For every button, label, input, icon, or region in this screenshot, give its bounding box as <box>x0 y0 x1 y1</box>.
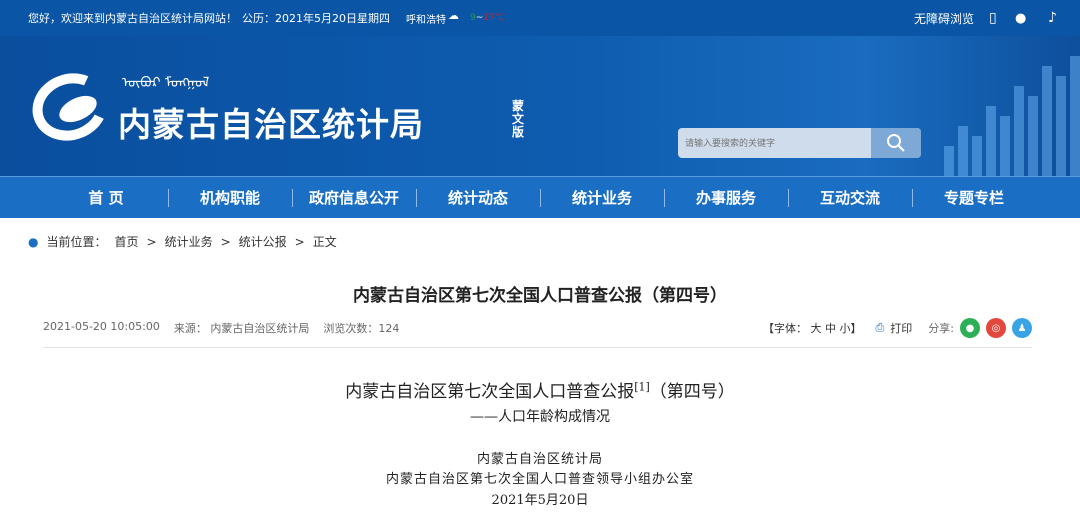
nav-stat-news[interactable]: 统计动态 <box>416 177 540 218</box>
share-wechat-icon[interactable]: ● <box>960 318 980 338</box>
top-bar: 您好，欢迎来到内蒙古自治区统计局网站！ 公历：2021年5月20日星期四 呼和浩… <box>0 0 1080 36</box>
nav-home[interactable]: 首 页 <box>44 177 168 218</box>
print-button[interactable]: 打印 <box>890 320 912 336</box>
publish-datetime: 2021-05-20 10:05:00 <box>43 320 160 333</box>
org-name-1: 内蒙古自治区统计局 <box>476 452 603 467</box>
breadcrumb-sep: > <box>294 234 305 249</box>
tiktok-icon[interactable]: ♪ <box>1048 10 1057 26</box>
article-meta: 2021-05-20 10:05:00 来源： 内蒙古自治区统计局 浏览次数：1… <box>43 320 399 336</box>
breadcrumb-sep: > <box>220 234 231 249</box>
font-small-button[interactable]: 小】 <box>839 322 861 335</box>
search-icon <box>887 134 905 152</box>
nav-services[interactable]: 办事服务 <box>664 177 788 218</box>
article-title: 内蒙古自治区第七次全国人口普查公报（第四号） <box>353 286 727 306</box>
breadcrumb-sep: > <box>146 234 157 249</box>
city-text: 呼和浩特 <box>406 14 446 26</box>
accessibility-link[interactable]: 无障碍浏览 <box>914 10 974 27</box>
chart-decoration <box>944 56 1080 176</box>
wechat-icon[interactable]: ● <box>1015 11 1026 26</box>
weather-icon: ☁ <box>448 9 459 22</box>
search-box <box>678 128 921 158</box>
print-icon[interactable]: ⎙ <box>875 321 884 335</box>
org-name-2: 内蒙古自治区第七次全国人口普查领导小组办公室 <box>385 472 694 487</box>
share-qq-icon[interactable]: ♟ <box>1012 318 1032 338</box>
location-icon: ● <box>28 234 39 249</box>
divider <box>43 347 1032 348</box>
main-nav: 首 页 机构职能 政府信息公开 统计动态 统计业务 办事服务 互动交流 专题专栏 <box>0 176 1080 218</box>
nav-gov-info[interactable]: 政府信息公开 <box>292 177 416 218</box>
source: 来源： 内蒙古自治区统计局 <box>173 322 310 335</box>
mobile-icon[interactable]: ▯ <box>989 10 997 26</box>
font-size-label: 【字体： <box>762 322 807 335</box>
temp-high: 17℃ <box>483 13 505 23</box>
mongolian-version-link[interactable]: 蒙文版 <box>512 100 526 139</box>
font-medium-button[interactable]: 中 <box>825 322 836 335</box>
nav-stat-business[interactable]: 统计业务 <box>540 177 664 218</box>
breadcrumb-home[interactable]: 首页 <box>115 233 139 250</box>
article-heading: 内蒙古自治区第七次全国人口普查公报[1]（第四号） <box>0 377 1080 402</box>
header-banner: ᠦᠪᠦᠷ ᠮᠣᠩᠭᠣᠯ 内蒙古自治区统计局 蒙文版 <box>0 36 1080 176</box>
breadcrumb-stat-business[interactable]: 统计业务 <box>165 233 213 250</box>
nav-functions[interactable]: 机构职能 <box>168 177 292 218</box>
date-text: 公历：2021年5月20日星期四 <box>242 12 390 25</box>
site-title[interactable]: 内蒙古自治区统计局 <box>118 98 424 146</box>
share-label: 分享: <box>928 322 954 335</box>
nav-topics[interactable]: 专题专栏 <box>912 177 1036 218</box>
publish-date: 2021年5月20日 <box>491 493 589 508</box>
heading-text: 内蒙古自治区第七次全国人口普查公报 <box>345 382 635 402</box>
article-tools: 【字体： 大 中 小】 ⎙ 打印 分享: ● ◎ ♟ <box>763 318 1032 338</box>
search-button[interactable] <box>871 128 921 158</box>
heading-suffix: （第四号） <box>649 382 735 402</box>
breadcrumb-current: 正文 <box>312 235 337 249</box>
breadcrumb-bulletin[interactable]: 统计公报 <box>239 233 287 250</box>
nav-interaction[interactable]: 互动交流 <box>788 177 912 218</box>
mongolian-script-decoration: ᠦᠪᠦᠷ ᠮᠣᠩᠭᠣᠯ <box>122 75 210 91</box>
article-subtitle: ——人口年龄构成情况 <box>470 409 610 425</box>
breadcrumb: ● 当前位置： 首页 > 统计业务 > 统计公报 > 正文 <box>28 233 337 250</box>
search-input[interactable] <box>678 128 870 158</box>
share-weibo-icon[interactable]: ◎ <box>986 318 1006 338</box>
breadcrumb-label: 当前位置： <box>46 235 107 249</box>
footnote-link[interactable]: [1] <box>634 380 650 393</box>
font-large-button[interactable]: 大 <box>810 322 821 335</box>
welcome-text: 您好，欢迎来到内蒙古自治区统计局网站！ <box>28 12 237 25</box>
view-count: 浏览次数：124 <box>323 322 400 335</box>
